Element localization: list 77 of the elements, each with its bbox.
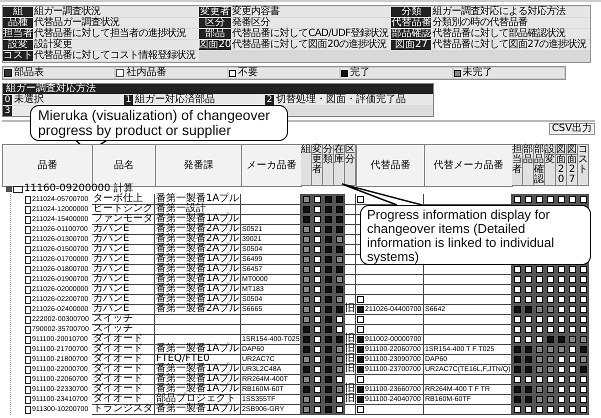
column-header: メーカ品番: [241, 144, 302, 187]
column-header: 変更者: [312, 144, 323, 186]
legend-label: 部品確認: [391, 29, 432, 39]
legend-value: 代替品番に対して部品確認状況: [431, 29, 590, 39]
table-cell: カバンE: [92, 284, 155, 295]
legend-label: 図面27: [391, 40, 432, 50]
legend-item: 部品表: [4, 68, 114, 78]
table-cell: ターボ仕上: [92, 194, 155, 205]
legend-item: 不要: [228, 68, 340, 78]
legend-value: 代替品番に対してCAD/UDF登録状況: [231, 29, 392, 39]
legend-item: 完了: [341, 68, 452, 78]
legend-label: 組: [3, 7, 33, 17]
table-cell: 番第一製番1Aプル: [155, 344, 241, 355]
column-header: 代替メーカ品番: [424, 144, 513, 187]
legend-value: 分類別の時の代替品番: [431, 18, 590, 28]
table-cell: カバンE: [92, 244, 155, 255]
table-cell: トランジスタ: [92, 404, 155, 415]
csv-export-button[interactable]: CSV出力: [548, 123, 595, 135]
legend-label: コスト: [3, 51, 33, 61]
table-cell: ファンモータ: [92, 214, 155, 225]
legend-label: 品種: [3, 18, 33, 28]
table-cell: 番第一製番1Aプル: [155, 404, 241, 415]
table-cell: カバンE: [92, 274, 155, 285]
column-header: 部品確認: [534, 144, 545, 186]
option-label: 組ガー対応済部品: [134, 95, 215, 105]
legend-value: 設計変更: [33, 40, 198, 50]
legend-label: 代替品番: [391, 18, 432, 28]
legend-value: 代替品番に対してコスト情報登録状況: [33, 51, 198, 61]
option-number: 1: [124, 95, 133, 105]
legend-value: 代替品番に対して担当者の進捗状況: [33, 29, 198, 39]
column-header: 分類: [323, 144, 334, 186]
column-header: 在庫: [334, 144, 345, 186]
column-header: 担当者: [512, 144, 523, 186]
table-cell: 旧: [345, 364, 356, 375]
table-cell: カバンE: [92, 254, 155, 265]
table-cell: 旧: [345, 304, 356, 315]
table-cell: スイッチ: [92, 314, 155, 325]
table-cell: 番第一製番2Aプル: [155, 304, 241, 315]
column-header: 部品: [523, 144, 534, 186]
table-cell: ヒートシンク: [92, 204, 155, 215]
table-cell: カバンE: [92, 294, 155, 305]
option-number: 2: [265, 95, 274, 105]
legend-value: 組ガー調査状況: [33, 7, 198, 17]
option-label: 未選択: [13, 95, 44, 105]
option-label: 切替処理・図面・評価完了品: [275, 95, 406, 105]
table-cell: カバンE: [92, 264, 155, 275]
column-header: 発番課: [155, 144, 242, 187]
legend-label: 図面20: [198, 40, 232, 50]
legend-label: 変更者: [198, 7, 232, 17]
column-header: 代替品番: [356, 144, 425, 187]
legend-value: 発番区分: [231, 18, 392, 28]
legend-label: 担当者: [3, 29, 33, 39]
column-header: 図面20: [556, 144, 567, 186]
column-header: 組: [301, 144, 312, 186]
legend-label: 部品: [198, 29, 232, 39]
option-number: 3: [3, 106, 12, 116]
column-header: 設変: [545, 144, 556, 186]
legend-value: 代替品番に対して図面20の進捗状況: [231, 40, 392, 50]
legend-value: 変更内容書: [231, 7, 392, 17]
legend-value: 代替品番に対して図面27の進捗状況: [431, 40, 590, 50]
legend-label: 設変: [3, 40, 33, 50]
legend-item: 未完了: [454, 68, 564, 78]
column-header: 図面27: [567, 144, 578, 186]
table-cell: カバンE: [92, 224, 155, 235]
method-title: 組ガー調査対応方法: [3, 84, 433, 94]
table-cell: ダイオード: [92, 394, 155, 405]
legend-label: 区分: [198, 18, 232, 28]
legend-value: 代替品ガー調査状況: [33, 18, 198, 28]
option-number: 0: [3, 95, 12, 105]
table-cell: カバンE: [92, 304, 155, 315]
table-cell: カバンE: [92, 234, 155, 245]
column-header: コスト: [578, 144, 589, 186]
legend-value: 組ガー調査対応による対応方法: [431, 7, 590, 17]
legend-item: 社内品番: [116, 68, 227, 78]
legend-label: 分類: [391, 7, 432, 17]
table-cell: 旧: [345, 394, 356, 405]
column-header: 区分: [345, 144, 356, 186]
